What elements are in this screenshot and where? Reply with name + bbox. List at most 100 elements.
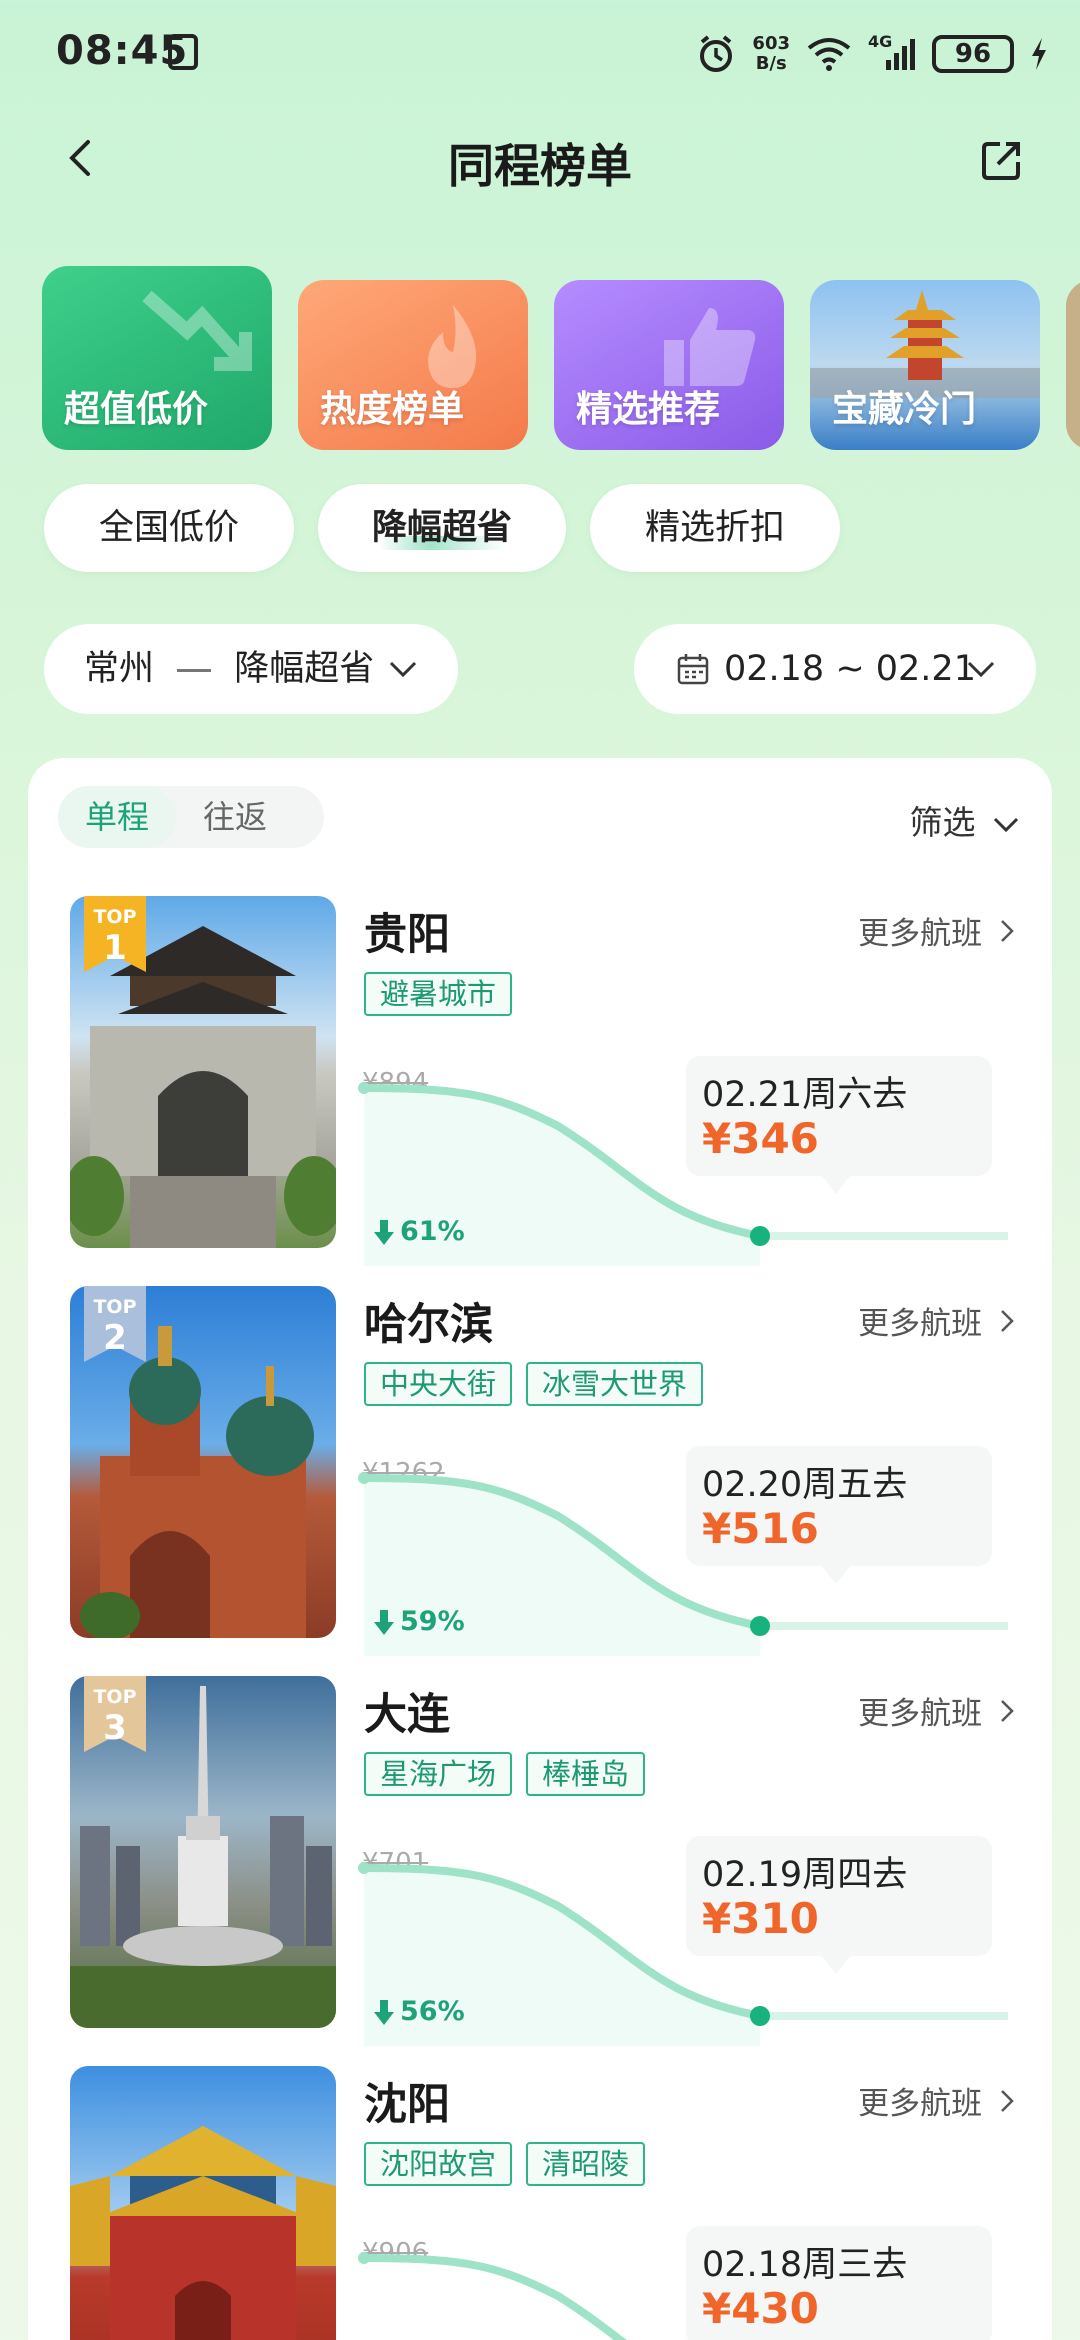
tag-list: 避暑城市 (364, 972, 513, 1016)
route-dash (177, 668, 212, 672)
city-photo-harbin: TOP 2 (70, 1286, 336, 1638)
wifi-icon (807, 38, 851, 71)
tag-list: 中央大街 冰雪大世界 (364, 1362, 704, 1406)
tag: 沈阳故宫 (364, 2142, 513, 2186)
tag: 清昭陵 (526, 2142, 646, 2186)
category-tile-hot[interactable]: 热度榜单 (298, 280, 528, 450)
city-name: 贵阳 (364, 910, 450, 960)
city-name: 大连 (364, 1690, 450, 1740)
more-flights-label: 更多航班 (858, 916, 983, 952)
route-selector[interactable]: 常州 降幅超省 (44, 624, 458, 714)
city-photo-dalian: TOP 3 (70, 1676, 336, 2028)
rank-number: 2 (103, 1318, 127, 1358)
down-arrow-icon (374, 2000, 394, 2025)
thumbs-up-icon (664, 308, 756, 386)
more-flights-link[interactable]: 更多航班 (858, 1298, 1016, 1343)
pill-selected-discount[interactable]: 精选折扣 (590, 484, 840, 572)
date-selector[interactable]: 02.18 ~ 02.21 (634, 624, 1036, 714)
current-price: ¥516 (702, 1504, 819, 1553)
filter-label: 筛选 (909, 803, 976, 842)
more-flights-label: 更多航班 (858, 1306, 983, 1342)
price-tooltip: 02.19周四去 ¥310 (686, 1836, 992, 1974)
filter-button[interactable]: 筛选 (910, 796, 1021, 844)
battery-indicator: 96 (932, 35, 1014, 73)
charging-icon (1032, 38, 1046, 70)
chevron-right-icon (1001, 1310, 1014, 1332)
more-flights-link[interactable]: 更多航班 (858, 908, 1016, 953)
route-from: 常州 (84, 649, 155, 689)
nfc-icon (168, 34, 198, 70)
city-photo-guiyang: TOP 1 (70, 896, 336, 1248)
category-tiles: 超值低价 热度榜单 精选推荐 宝藏冷门 (42, 266, 1080, 452)
net-speed-value: 603 (752, 33, 790, 54)
calendar-icon (677, 654, 709, 685)
trip-type-toggle: 单程 往返 (58, 786, 324, 848)
drop-percent: 56% (400, 1996, 465, 2027)
destination-item[interactable]: 沈阳 更多航班 沈阳故宫 清昭陵 ¥906 02.18周三去 ¥430 (28, 2066, 1052, 2340)
more-flights-link[interactable]: 更多航班 (858, 2078, 1016, 2123)
destination-item[interactable]: TOP 3 大连 更多航班 星海广场 棒棰岛 ¥701 56% 02.19周四去… (28, 1676, 1052, 2066)
city-name: 哈尔滨 (364, 1300, 493, 1350)
tag: 中央大街 (364, 1362, 513, 1406)
chevron-right-icon (1001, 920, 1014, 942)
rank-label: TOP (93, 1686, 137, 1708)
current-price: ¥310 (702, 1894, 819, 1943)
current-price: ¥430 (702, 2284, 819, 2333)
current-price: ¥346 (702, 1114, 819, 1163)
rank-number: 3 (103, 1708, 127, 1748)
pill-label: 降幅超省 (371, 508, 512, 548)
destination-item[interactable]: TOP 1 贵阳 更多航班 避暑城市 ¥894 61% 02.21周六去 ¥34… (28, 896, 1052, 1286)
category-tile-recommend[interactable]: 精选推荐 (554, 280, 784, 450)
chevron-right-icon (1001, 1700, 1014, 1722)
price-tooltip: 02.20周五去 ¥516 (686, 1446, 992, 1584)
departure-date: 02.19周四去 (702, 1855, 908, 1895)
tag: 星海广场 (364, 1752, 513, 1796)
rank-label: TOP (93, 906, 137, 928)
drop-percent: 61% (400, 1216, 465, 1247)
tag-list: 沈阳故宫 清昭陵 (364, 2142, 646, 2186)
category-label: 热度榜单 (320, 389, 465, 430)
date-range: 02.18 ~ 02.21 (724, 649, 976, 689)
destination-item[interactable]: TOP 2 哈尔滨 更多航班 中央大街 冰雪大世界 ¥1262 59% 02.2… (28, 1286, 1052, 1676)
category-tile-more[interactable] (1066, 280, 1080, 450)
price-tooltip: 02.21周六去 ¥346 (686, 1056, 992, 1194)
pill-label: 精选折扣 (644, 508, 785, 548)
chevron-right-icon (1001, 2090, 1014, 2112)
share-icon[interactable] (980, 138, 1024, 182)
city-name: 沈阳 (364, 2080, 450, 2130)
category-tile-low-price[interactable]: 超值低价 (42, 266, 272, 450)
down-arrow-icon (374, 1220, 394, 1245)
pill-label: 全国低价 (98, 508, 239, 548)
departure-date: 02.21周六去 (702, 1075, 908, 1115)
tab-roundtrip[interactable]: 往返 (176, 786, 294, 848)
pill-price-drop[interactable]: 降幅超省 (318, 484, 566, 572)
pill-national-low[interactable]: 全国低价 (44, 484, 294, 572)
tab-oneway[interactable]: 单程 (58, 786, 176, 848)
tag: 避暑城市 (364, 972, 513, 1016)
palace-image (70, 2126, 336, 2340)
header: 同程榜单 (0, 120, 1080, 200)
more-flights-label: 更多航班 (858, 2086, 983, 2122)
rank-number: 1 (103, 928, 127, 968)
net-speed: 603 B/s (752, 34, 790, 74)
tag: 冰雪大世界 (526, 1362, 704, 1406)
tag-list: 星海广场 棒棰岛 (364, 1752, 646, 1796)
departure-date: 02.18周三去 (702, 2245, 908, 2285)
category-tile-hidden-gem[interactable]: 宝藏冷门 (810, 280, 1040, 450)
down-arrow-icon (374, 1610, 394, 1635)
departure-date: 02.20周五去 (702, 1465, 908, 1505)
ranking-card: 单程 往返 筛选 TOP 1 贵阳 更多航班 避暑城市 ¥894 61% 02.… (28, 758, 1052, 2340)
cellular-icon: 4G (868, 32, 916, 72)
city-photo-shenyang (70, 2066, 336, 2340)
chevron-down-icon (389, 661, 417, 678)
more-flights-link[interactable]: 更多航班 (858, 1688, 1016, 1733)
net-speed-unit: B/s (755, 53, 787, 74)
chevron-down-icon (967, 661, 995, 678)
more-flights-label: 更多航班 (858, 1696, 983, 1732)
drop-percent: 59% (400, 1606, 465, 1637)
status-icons: 603 B/s 4G 96 (696, 30, 1048, 78)
category-label: 超值低价 (64, 389, 209, 430)
tag: 棒棰岛 (526, 1752, 646, 1796)
price-tooltip: 02.18周三去 ¥430 (686, 2226, 992, 2340)
flame-icon (428, 305, 477, 388)
